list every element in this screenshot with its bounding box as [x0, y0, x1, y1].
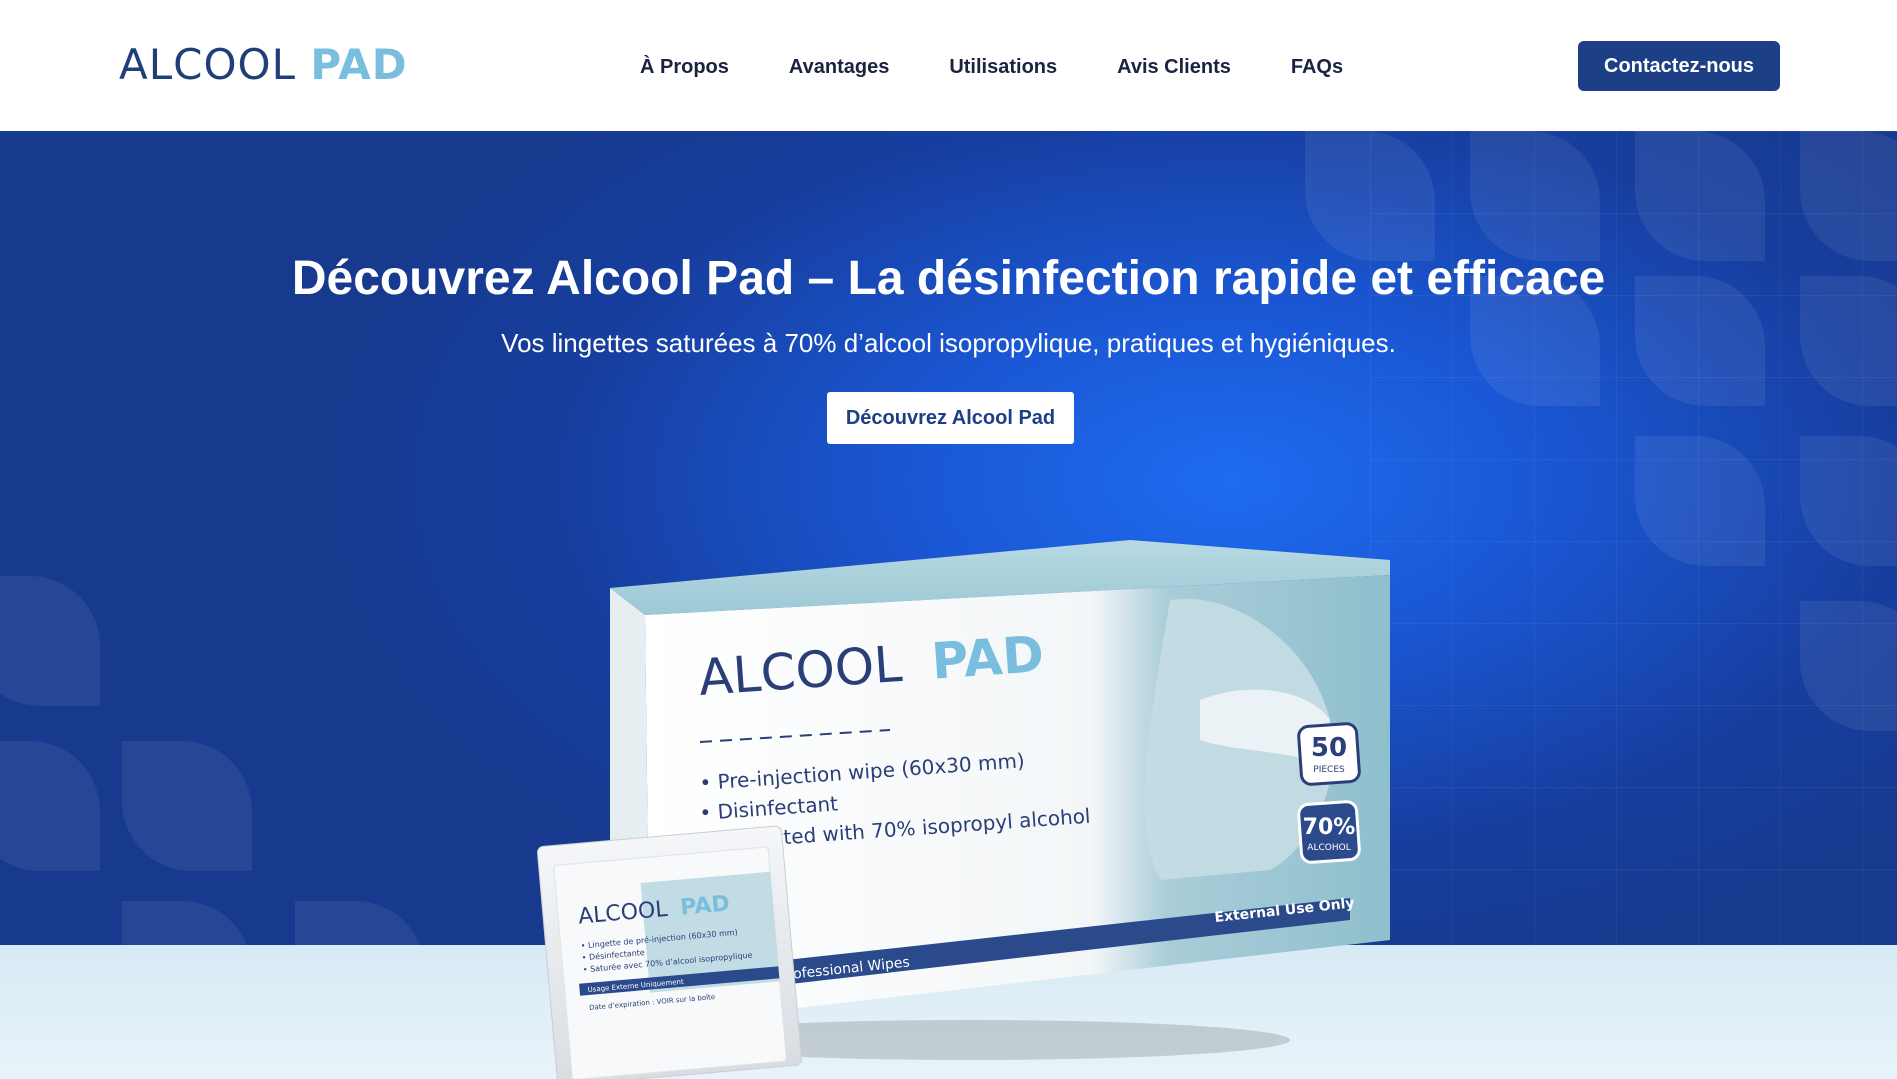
- svg-text:50: 50: [1311, 733, 1347, 763]
- decor-leaf: [295, 901, 425, 945]
- hero-title: Découvrez Alcool Pad – La désinfection r…: [291, 252, 1606, 305]
- nav-link-faqs[interactable]: FAQs: [1291, 52, 1343, 82]
- nav-link-avantages[interactable]: Avantages: [789, 52, 889, 82]
- logo-word-alcool: ALCOOL: [119, 40, 296, 89]
- sachet: ALCOOL PAD • Lingette de pré-injection (…: [536, 825, 802, 1079]
- nav-link-utilisations[interactable]: Utilisations: [949, 52, 1057, 82]
- decor-leaf: [122, 901, 252, 945]
- site-header: ALCOOL PAD À Propos Avantages Utilisatio…: [0, 0, 1897, 131]
- product-image: ALCOOL PAD • Pre-injection wipe (60x30 m…: [536, 540, 1390, 1079]
- alcohol-badge: 70% ALCOHOL: [1297, 800, 1361, 864]
- decor-leaf: [122, 741, 252, 871]
- hero-subtitle: Vos lingettes saturées à 70% d’alcool is…: [501, 328, 1396, 358]
- discover-button[interactable]: Découvrez Alcool Pad: [827, 392, 1074, 444]
- site-logo[interactable]: ALCOOL PAD: [119, 40, 408, 90]
- decor-leaf: [0, 576, 100, 706]
- main-nav: À Propos Avantages Utilisations Avis Cli…: [640, 52, 1343, 82]
- nav-link-avis-clients[interactable]: Avis Clients: [1117, 52, 1231, 82]
- nav-link-a-propos[interactable]: À Propos: [640, 52, 729, 82]
- contact-button[interactable]: Contactez-nous: [1578, 41, 1780, 91]
- svg-text:PIECES: PIECES: [1313, 765, 1345, 775]
- decor-leaf: [0, 741, 100, 871]
- logo-word-pad: PAD: [310, 40, 408, 89]
- svg-text:ALCOHOL: ALCOHOL: [1307, 843, 1350, 853]
- svg-text:70%: 70%: [1303, 815, 1356, 840]
- pieces-badge: 50 PIECES: [1297, 722, 1361, 786]
